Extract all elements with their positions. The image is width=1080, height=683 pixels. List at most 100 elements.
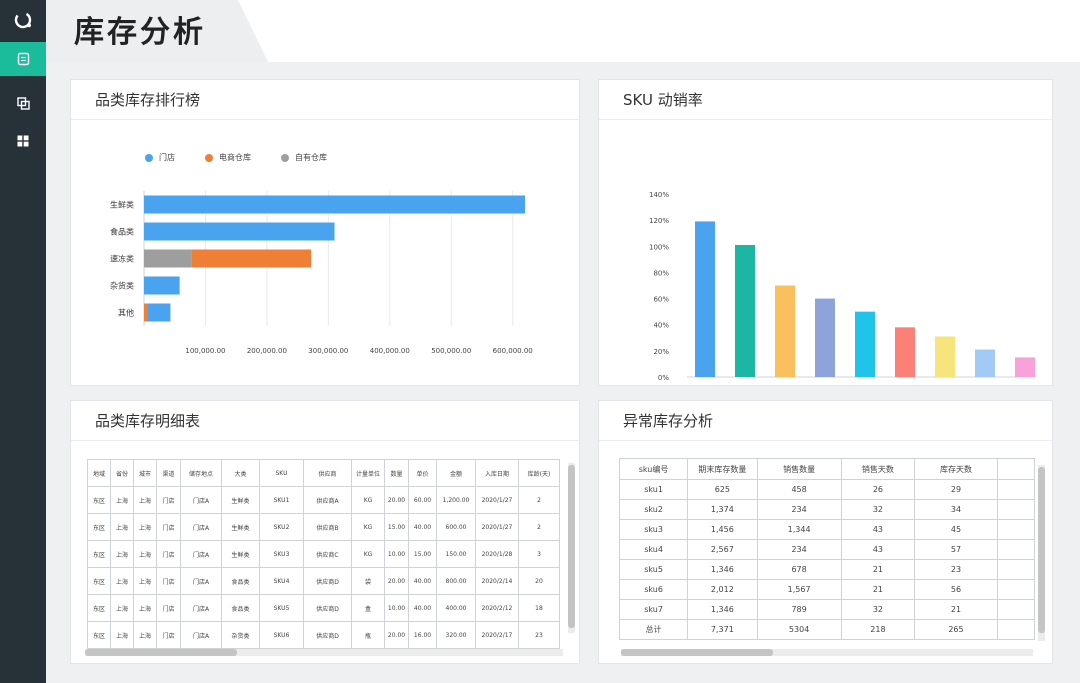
- sidebar-item-copy[interactable]: [0, 86, 46, 120]
- column-header: SKU: [259, 459, 304, 487]
- table-row[interactable]: sku6 2,012 1,567 21 56: [619, 579, 1035, 600]
- scrollbar-thumb[interactable]: [621, 649, 773, 656]
- table-cell: 门店A: [180, 513, 222, 541]
- table-cell: 34: [914, 499, 998, 520]
- table-cell: SKU5: [259, 594, 304, 622]
- y-tick-label: 20%: [653, 348, 669, 356]
- table-cell: 5304: [756, 619, 842, 640]
- bar-sku6: [815, 298, 835, 377]
- copy-icon: [16, 96, 30, 110]
- table-cell: 门店A: [180, 567, 222, 595]
- table-row[interactable]: 东区 上海 上海 门店 门店A 杂货类 SKU6 供应商D 瓶 20.00 16.00 320.00 2…: [87, 621, 560, 649]
- table-cell: 600.00: [436, 513, 476, 541]
- card-title: 异常库存分析: [599, 401, 1052, 441]
- card-title: 品类库存明细表: [71, 401, 579, 441]
- table-cell: 食品类: [221, 594, 260, 622]
- table-cell-overflow: [996, 559, 1035, 580]
- table-cell: 2020/2/17: [475, 621, 519, 649]
- sidebar-item-dashboard[interactable]: [0, 124, 46, 158]
- sidebar-item-report[interactable]: [0, 42, 46, 76]
- column-header: 供应商: [303, 459, 352, 487]
- table-cell: 32: [840, 499, 916, 520]
- y-tick-label: 140%: [649, 191, 669, 199]
- table-row[interactable]: 东区 上海 上海 门店 门店A 生鲜类 SKU2 供应商B KG 15.00 40.00 600.00…: [87, 513, 560, 541]
- column-header: 计量单位: [351, 459, 385, 487]
- table-cell: 门店A: [180, 621, 222, 649]
- y-tick-label: 80%: [653, 269, 669, 277]
- table-cell: 18: [518, 594, 560, 622]
- table-row[interactable]: 总计 7,371 5304 218 265: [619, 619, 1035, 640]
- table-cell: 1,200.00: [436, 486, 476, 514]
- table-cell: 上海: [110, 567, 134, 595]
- table-cell: KG: [351, 486, 385, 514]
- table-cell: 789: [756, 599, 842, 620]
- table-cell: 3: [518, 540, 560, 568]
- sku-rate-chart: 0%20%40%60%80%100%120%140%SKU9SKU8SKU7SK…: [649, 191, 1035, 382]
- table-cell: 食品类: [221, 567, 260, 595]
- table-header-row: sku编号 期末库存数量 销售数量 销售天数 库存天数: [619, 458, 1035, 480]
- table-cell: 上海: [133, 594, 157, 622]
- x-tick-label: 100,000.00: [185, 347, 225, 355]
- table-cell: 上海: [110, 540, 134, 568]
- table-cell: 供应商C: [303, 540, 352, 568]
- table-cell: 1,344: [756, 519, 842, 540]
- table-cell: 26: [840, 479, 916, 500]
- table-cell: SKU1: [259, 486, 304, 514]
- table-cell: 上海: [133, 621, 157, 649]
- x-tick-label: 400,000.00: [370, 347, 410, 355]
- column-header: 大类: [221, 459, 260, 487]
- table-cell: 门店: [156, 540, 181, 568]
- app-logo[interactable]: [0, 0, 46, 40]
- table-row[interactable]: sku7 1,346 789 32 21: [619, 599, 1035, 620]
- table-cell: SKU6: [259, 621, 304, 649]
- detail-table-card: 品类库存明细表 地域 省份 城市 渠道 储存地点 大类 SKU 供应商 计量单位 数量 单价 金额 入库…: [70, 400, 580, 664]
- x-tick-label: 500,000.00: [431, 347, 471, 355]
- table-row[interactable]: sku2 1,374 234 32 34: [619, 499, 1035, 520]
- table-cell: 23: [914, 559, 998, 580]
- y-category-label: 其他: [118, 308, 134, 318]
- table-row[interactable]: sku5 1,346 678 21 23: [619, 559, 1035, 580]
- scrollbar-thumb[interactable]: [85, 649, 237, 656]
- table-cell: 1,346: [687, 559, 758, 580]
- column-header: 库龄(天): [518, 459, 560, 487]
- table-cell: 生鲜类: [221, 486, 260, 514]
- table-cell: 800.00: [436, 567, 476, 595]
- table-cell: 东区: [87, 486, 111, 514]
- table-cell: sku1: [619, 479, 689, 500]
- page-header: 库存分析: [46, 0, 1080, 62]
- table-cell: 2: [518, 513, 560, 541]
- table-row[interactable]: 东区 上海 上海 门店 门店A 生鲜类 SKU1 供应商A KG 20.00 60.00 1,200.…: [87, 486, 560, 514]
- table-cell: 29: [914, 479, 998, 500]
- horizontal-scrollbar[interactable]: [621, 649, 1033, 656]
- table-row[interactable]: 东区 上海 上海 门店 门店A 食品类 SKU5 供应商D 盒 10.00 40.00 400.00 2…: [87, 594, 560, 622]
- table-cell: 1,374: [687, 499, 758, 520]
- table-cell: 门店: [156, 567, 181, 595]
- horizontal-scrollbar[interactable]: [85, 649, 563, 656]
- table-cell: 门店: [156, 594, 181, 622]
- table-cell: 60.00: [408, 486, 437, 514]
- table-cell: 东区: [87, 513, 111, 541]
- table-row[interactable]: sku4 2,567 234 43 57: [619, 539, 1035, 560]
- column-header: 储存地点: [180, 459, 222, 487]
- table-cell: sku4: [619, 539, 689, 560]
- scrollbar-thumb[interactable]: [568, 465, 575, 628]
- bar-ecommerce: [191, 249, 312, 268]
- table-cell: 东区: [87, 540, 111, 568]
- table-cell: 供应商B: [303, 513, 352, 541]
- table-cell: 2020/1/28: [475, 540, 519, 568]
- detail-table-viewport: 地域 省份 城市 渠道 储存地点 大类 SKU 供应商 计量单位 数量 单价 金额 入库日期 库龄(天) …: [87, 459, 565, 649]
- vertical-scrollbar[interactable]: [568, 463, 575, 633]
- table-row[interactable]: 东区 上海 上海 门店 门店A 食品类 SKU4 供应商D 袋 20.00 40.00 800.00 2…: [87, 567, 560, 595]
- table-cell: 625: [687, 479, 758, 500]
- table-row[interactable]: sku3 1,456 1,344 43 45: [619, 519, 1035, 540]
- bar-store: [147, 303, 171, 322]
- bar-sku8: [735, 244, 755, 377]
- scrollbar-thumb[interactable]: [1038, 467, 1045, 633]
- vertical-scrollbar[interactable]: [1038, 465, 1045, 641]
- table-cell: 门店: [156, 486, 181, 514]
- table-cell: 43: [840, 539, 916, 560]
- table-row[interactable]: 东区 上海 上海 门店 门店A 生鲜类 SKU3 供应商C KG 10.00 15.00 150.00…: [87, 540, 560, 568]
- page-title: 库存分析: [74, 15, 206, 50]
- table-row[interactable]: sku1 625 458 26 29: [619, 479, 1035, 500]
- table-cell: 40.00: [408, 594, 437, 622]
